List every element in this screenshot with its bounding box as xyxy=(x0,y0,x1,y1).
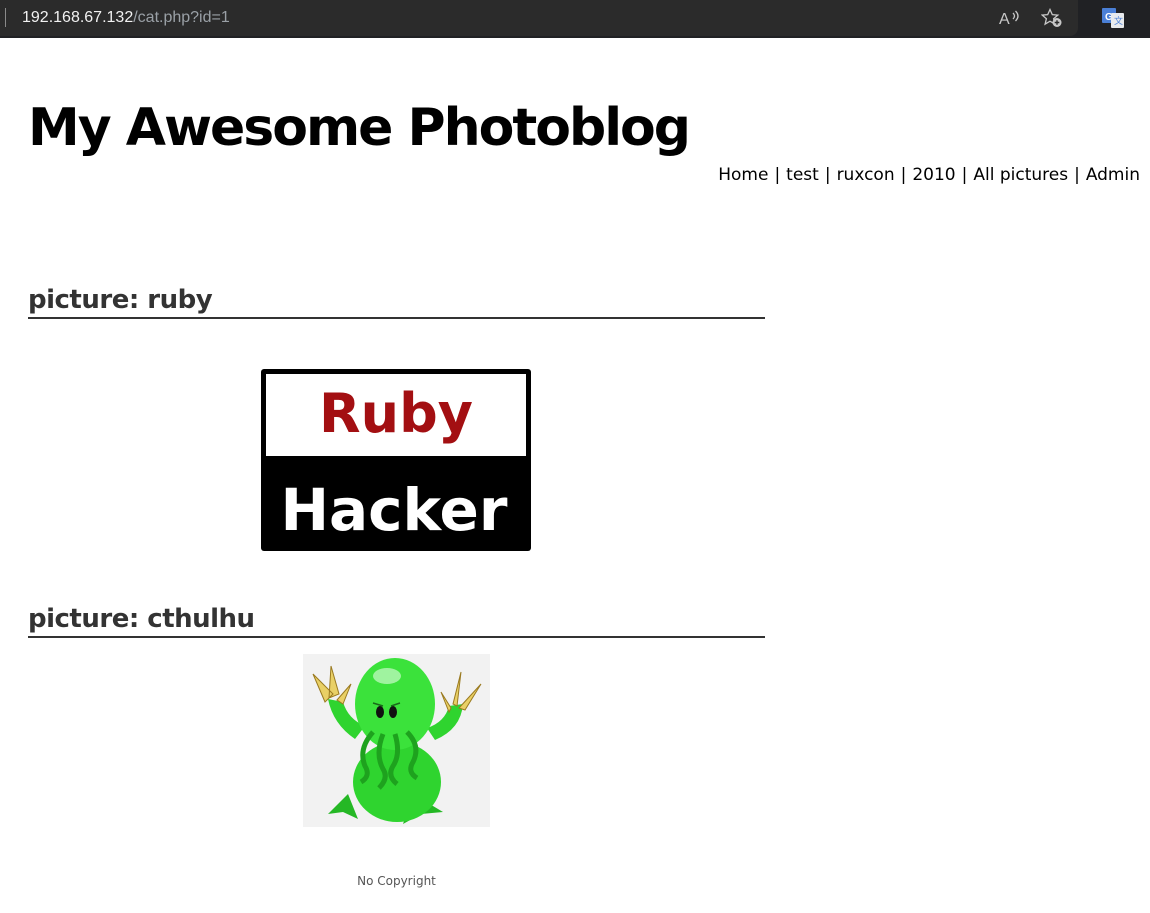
address-bar-edge xyxy=(5,8,6,27)
address-url[interactable]: 192.168.67.132/cat.php?id=1 xyxy=(22,8,230,28)
footer-copyright: No Copyright xyxy=(357,874,436,888)
cthulhu-image[interactable] xyxy=(303,654,490,827)
nav-home-link[interactable]: Home xyxy=(718,165,768,185)
nav-separator: | xyxy=(824,165,831,185)
nav-separator: | xyxy=(900,165,907,185)
ruby-hacker-image[interactable]: Ruby Hacker xyxy=(260,368,532,552)
ruby-image-bottom-text: Hacker xyxy=(280,476,507,544)
add-favorite-icon[interactable] xyxy=(1041,8,1063,28)
ruby-image-top-text: Ruby xyxy=(319,382,473,445)
nav-2010-link[interactable]: 2010 xyxy=(912,165,955,185)
main-nav: Home | test | ruxcon | 2010 | All pictures | Admin xyxy=(718,163,1140,187)
read-aloud-icon[interactable]: A xyxy=(998,8,1020,28)
nav-admin-link[interactable]: Admin xyxy=(1086,165,1140,185)
translate-icon[interactable]: G 文 xyxy=(1102,8,1124,28)
nav-all-pictures-link[interactable]: All pictures xyxy=(973,165,1068,185)
picture-heading-cthulhu: picture: cthulhu xyxy=(28,602,765,638)
address-bar[interactable]: 192.168.67.132/cat.php?id=1 A xyxy=(0,0,1078,36)
picture-heading-ruby: picture: ruby xyxy=(28,283,765,319)
nav-separator: | xyxy=(774,165,781,185)
nav-test-link[interactable]: test xyxy=(786,165,819,185)
nav-separator: | xyxy=(1074,165,1080,185)
site-title: My Awesome Photoblog xyxy=(28,98,691,158)
svg-text:A: A xyxy=(999,11,1010,28)
svg-text:文: 文 xyxy=(1114,15,1123,26)
browser-toolbar: 192.168.67.132/cat.php?id=1 A G 文 xyxy=(0,0,1150,38)
nav-separator: | xyxy=(961,165,968,185)
nav-ruxcon-link[interactable]: ruxcon xyxy=(837,165,895,185)
url-path: /cat.php?id=1 xyxy=(133,9,230,26)
url-host: 192.168.67.132 xyxy=(22,9,134,26)
